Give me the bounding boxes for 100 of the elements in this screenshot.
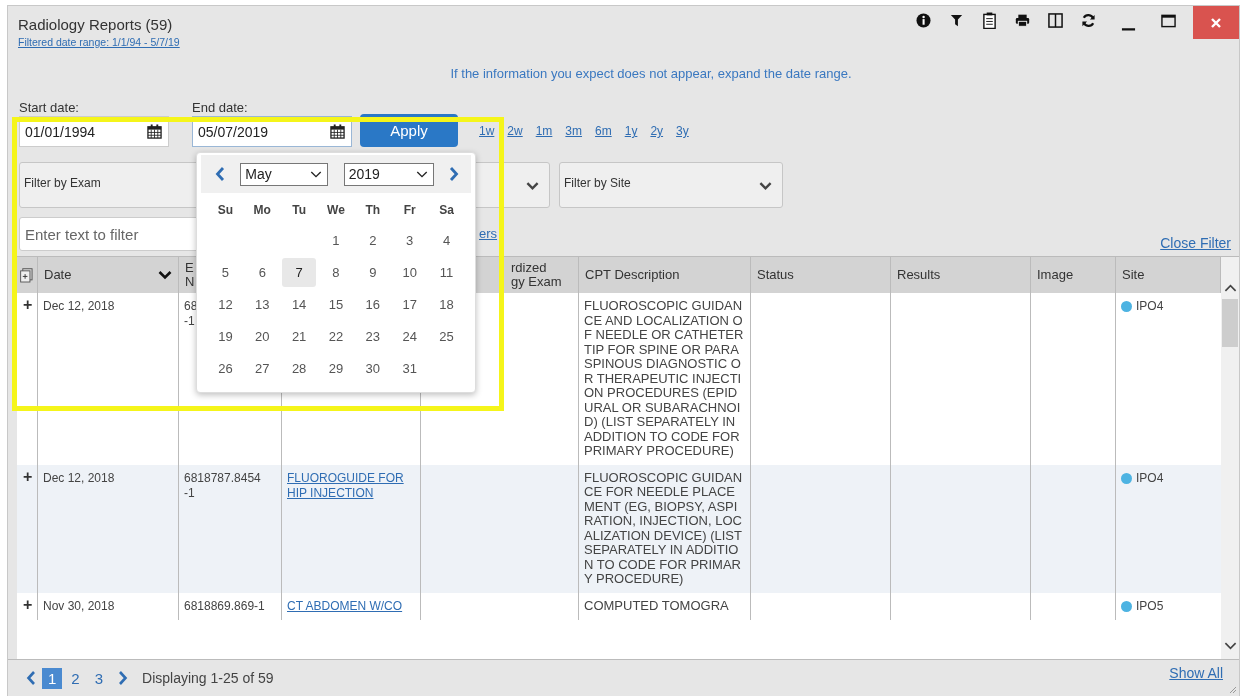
start-date-label: Start date: <box>19 100 80 115</box>
site-text: IPO5 <box>1136 598 1164 614</box>
date-text: Nov 30, 2018 <box>43 598 115 613</box>
column-header: Site <box>1122 268 1145 282</box>
exam-name-link[interactable]: FLUOROGUIDE FOR HIP INJECTION <box>287 470 415 501</box>
date-range-link[interactable]: 3m <box>565 124 583 138</box>
chevron-down-icon[interactable] <box>759 181 772 191</box>
expand-row-toggle[interactable]: + <box>23 467 33 485</box>
calendar-day[interactable]: 15 <box>319 290 353 319</box>
close-button[interactable] <box>1193 6 1239 39</box>
calendar-day[interactable]: 30 <box>355 354 390 383</box>
previous-page-icon[interactable] <box>26 670 36 686</box>
calendar-day[interactable]: 20 <box>245 322 280 351</box>
show-all-link[interactable]: Show All <box>1169 665 1223 681</box>
calendar-day[interactable]: 6 <box>245 258 280 287</box>
date-range-link[interactable]: 2y <box>650 124 664 138</box>
column-header: Date <box>44 268 72 282</box>
calendar-day[interactable]: 7 <box>282 258 317 287</box>
columns-icon[interactable] <box>1048 12 1063 29</box>
calendar-day[interactable]: 28 <box>282 354 317 383</box>
column-header: Image <box>1037 268 1074 282</box>
pagination-summary: Displaying 1-25 of 59 <box>142 670 274 686</box>
calendar-day[interactable]: 1 <box>319 226 353 255</box>
scroll-up-icon[interactable] <box>1223 283 1237 293</box>
column-header: rdized gy Exam <box>511 261 562 289</box>
date-range-link[interactable]: 6m <box>595 124 612 138</box>
column-header: Status <box>757 268 794 282</box>
print-icon[interactable] <box>1015 12 1030 29</box>
page-link[interactable]: 3 <box>88 667 110 689</box>
calendar-day[interactable]: 22 <box>319 322 353 351</box>
chevron-down-icon[interactable] <box>526 181 539 191</box>
column-header: E N <box>185 261 195 289</box>
date-range-notice: If the information you expect does not appear, expand the date range. <box>449 66 853 81</box>
resize-grip-icon[interactable] <box>1227 684 1237 694</box>
date-text: Dec 12, 2018 <box>43 470 115 485</box>
chevron-down-icon[interactable] <box>310 169 323 179</box>
refresh-icon[interactable] <box>1081 12 1096 29</box>
date-range-link[interactable]: 1y <box>624 124 638 138</box>
calendar-day[interactable]: 29 <box>319 354 353 383</box>
next-page-icon[interactable] <box>118 670 129 686</box>
exam-number-text: 6818869.869-1 <box>184 598 265 613</box>
calendar-day[interactable]: 13 <box>245 290 280 319</box>
weekday-label: Fr <box>403 202 416 219</box>
next-month-icon[interactable] <box>449 166 459 182</box>
calendar-day[interactable]: 10 <box>392 258 427 287</box>
sort-chevron-icon[interactable] <box>158 270 172 280</box>
calendar-day[interactable]: 23 <box>355 322 390 351</box>
calendar-day[interactable]: 9 <box>355 258 390 287</box>
page-link[interactable]: 2 <box>65 667 86 689</box>
close-icon[interactable] <box>1210 16 1222 29</box>
expand-all-icon[interactable] <box>20 267 33 283</box>
filtered-date-range-link[interactable]: Filtered date range: 1/1/94 - 5/7/19 <box>18 36 180 48</box>
year-dropdown[interactable]: 2019 <box>343 162 434 186</box>
calendar-day[interactable]: 8 <box>319 258 353 287</box>
calendar-icon[interactable] <box>330 124 345 139</box>
calendar-day[interactable]: 12 <box>208 290 243 319</box>
expand-row-toggle[interactable]: + <box>23 595 33 613</box>
site-text: IPO4 <box>1136 470 1164 486</box>
scroll-down-icon[interactable] <box>1223 641 1237 651</box>
clipboard-icon[interactable] <box>982 12 997 29</box>
cpt-description-text: COMPUTED TOMOGRA <box>584 598 730 613</box>
calendar-day[interactable]: 4 <box>429 226 464 255</box>
date-range-link[interactable]: 1m <box>535 124 553 138</box>
calendar-day[interactable]: 17 <box>392 290 427 319</box>
filters-link[interactable]: ers <box>479 226 498 241</box>
calendar-day[interactable]: 11 <box>429 258 464 287</box>
calendar-day[interactable]: 31 <box>392 354 427 383</box>
month-dropdown[interactable]: May <box>240 162 329 186</box>
site-text: IPO4 <box>1136 299 1164 314</box>
info-icon[interactable] <box>916 12 931 29</box>
previous-month-icon[interactable] <box>215 166 225 182</box>
calendar-day[interactable]: 5 <box>208 258 243 287</box>
weekday-label: Sa <box>439 202 454 219</box>
window-title: Radiology Reports (59) <box>18 16 174 33</box>
chevron-down-icon[interactable] <box>415 169 428 179</box>
calendar-icon[interactable] <box>147 124 162 139</box>
calendar-day[interactable]: 26 <box>208 354 243 383</box>
calendar-day[interactable]: 14 <box>282 290 317 319</box>
expand-row-toggle[interactable]: + <box>23 296 33 313</box>
page-link[interactable]: 1 <box>42 667 63 689</box>
calendar-day[interactable]: 19 <box>208 322 243 351</box>
scrollbar[interactable] <box>1221 257 1239 659</box>
filter-icon[interactable] <box>949 12 964 29</box>
calendar-day[interactable]: 24 <box>392 322 427 351</box>
column-header: CPT Description <box>585 268 680 282</box>
calendar-day[interactable]: 3 <box>392 226 427 255</box>
calendar-day[interactable]: 18 <box>429 290 464 319</box>
calendar-day[interactable]: 2 <box>355 226 390 255</box>
calendar-day[interactable]: 16 <box>355 290 390 319</box>
calendar-day[interactable]: 25 <box>429 322 464 351</box>
scrollbar-thumb[interactable] <box>1222 299 1238 347</box>
site-filter-dropdown[interactable]: Filter by Site <box>559 162 783 208</box>
date-range-link[interactable]: 2w <box>507 124 523 138</box>
date-range-link[interactable]: 1w <box>479 124 495 138</box>
close-filter-link[interactable]: Close Filter <box>1160 235 1231 251</box>
calendar-day[interactable]: 21 <box>282 322 317 351</box>
calendar-day[interactable]: 27 <box>245 354 280 383</box>
date-range-link[interactable]: 3y <box>676 124 689 138</box>
maximize-icon[interactable] <box>1161 12 1176 29</box>
exam-name-link[interactable]: CT ABDOMEN W/CO <box>287 598 415 614</box>
